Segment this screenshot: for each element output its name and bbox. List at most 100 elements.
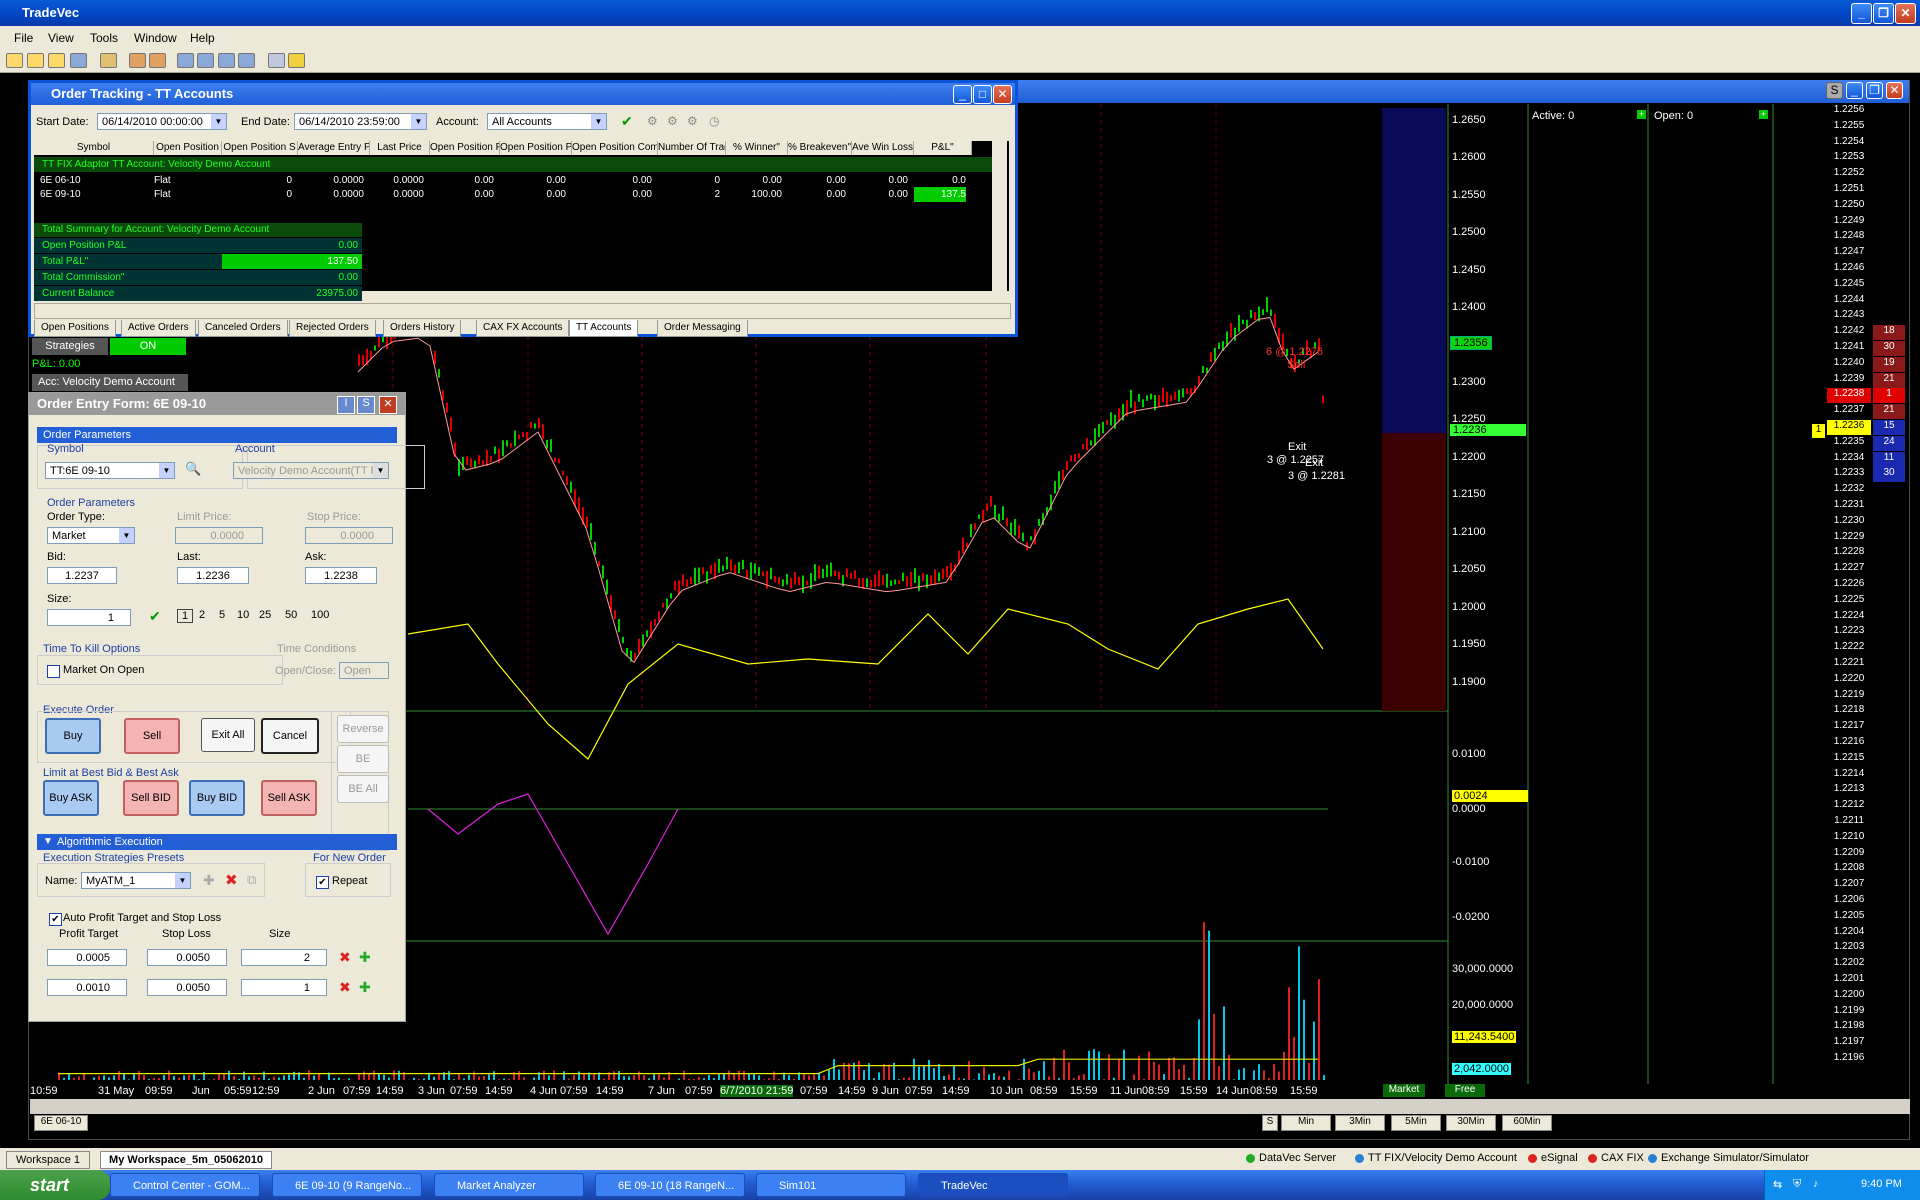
ladder-price[interactable]: 1.2232 bbox=[1827, 483, 1871, 498]
ot-maximize-button[interactable]: □ bbox=[973, 85, 992, 104]
ladder-price[interactable]: 1.2206 bbox=[1827, 894, 1871, 909]
ladder-price[interactable]: 1.2225 bbox=[1827, 594, 1871, 609]
table-cell[interactable]: 0.00 bbox=[430, 173, 494, 188]
end-date-field[interactable]: 06/14/2010 23:59:00 ▼ bbox=[294, 113, 427, 130]
settings-button[interactable]: S bbox=[357, 396, 375, 414]
chart-restore-button[interactable]: ❐ bbox=[1866, 82, 1883, 99]
ladder-price[interactable]: 1.2250 bbox=[1827, 199, 1871, 214]
ladder-price[interactable]: 1.2239 bbox=[1827, 373, 1871, 388]
ladder-size[interactable]: 19 bbox=[1873, 356, 1905, 372]
oe-close-button[interactable]: ✕ bbox=[379, 396, 397, 414]
ladder-price[interactable]: 1.2236 bbox=[1827, 420, 1871, 435]
market-on-open-checkbox[interactable] bbox=[47, 665, 60, 678]
ladder-price[interactable]: 1.2226 bbox=[1827, 578, 1871, 593]
chart-icon[interactable] bbox=[197, 53, 214, 68]
chevron-down-icon[interactable]: ▼ bbox=[119, 528, 134, 543]
ladder-price[interactable]: 1.2218 bbox=[1827, 704, 1871, 719]
table-cell[interactable]: 0.00 bbox=[852, 173, 908, 188]
order-tracking-grid[interactable]: Symbol Open Position Open Position S Averag… bbox=[34, 141, 1009, 301]
strategy-icon[interactable] bbox=[149, 53, 166, 68]
grid-hscrollbar[interactable] bbox=[34, 303, 1011, 319]
delete-bracket-icon[interactable]: ✖ bbox=[339, 979, 351, 996]
ladder-price[interactable]: 1.2243 bbox=[1827, 309, 1871, 324]
table-cell[interactable]: 100.00 bbox=[726, 187, 782, 202]
chevron-down-icon[interactable]: ▼ bbox=[211, 114, 226, 129]
ladder-size[interactable]: 15 bbox=[1873, 420, 1905, 435]
task-button[interactable]: Control Center - GOM... bbox=[110, 1173, 260, 1197]
ladder-price[interactable]: 1.2211 bbox=[1827, 815, 1871, 830]
copy-preset-icon[interactable]: ⧉ bbox=[247, 872, 256, 888]
chevron-down-icon[interactable]: ▼ bbox=[159, 463, 174, 478]
bell-icon[interactable] bbox=[288, 53, 305, 68]
connect-icon[interactable] bbox=[129, 53, 146, 68]
price-ladder[interactable]: 1.2256 1.2255 1.2254 1.2253 1.2252 1.2251 1.22… bbox=[1773, 104, 1907, 1084]
profit-target-stepper[interactable]: 0.0010 bbox=[47, 979, 127, 996]
ladder-price[interactable]: 1.2196 bbox=[1827, 1052, 1871, 1067]
ot-minimize-button[interactable]: _ bbox=[953, 85, 972, 104]
column-header[interactable]: % Winner" bbox=[726, 141, 788, 155]
ladder-size[interactable]: 24 bbox=[1873, 435, 1905, 451]
interval-button[interactable]: Min bbox=[1281, 1115, 1331, 1131]
table-cell[interactable]: 0.0000 bbox=[370, 173, 424, 188]
ladder-price[interactable]: 1.2229 bbox=[1827, 531, 1871, 546]
table-cell[interactable]: 6E 06-10 bbox=[34, 173, 154, 188]
ladder-price[interactable]: 1.2231 bbox=[1827, 499, 1871, 514]
task-button[interactable]: Market Analyzer bbox=[434, 1173, 584, 1197]
menu-file[interactable]: File bbox=[14, 31, 33, 45]
sell-button[interactable]: Sell bbox=[124, 718, 180, 754]
ot-close-button[interactable]: ✕ bbox=[993, 85, 1012, 104]
add-open-icon[interactable]: + bbox=[1759, 110, 1768, 119]
ladder-size[interactable]: 18 bbox=[1873, 325, 1905, 341]
ladder-price[interactable]: 1.2204 bbox=[1827, 926, 1871, 941]
menu-window[interactable]: Window bbox=[134, 31, 177, 45]
table-cell[interactable]: 0.0 bbox=[914, 173, 966, 188]
ladder-size[interactable]: 1 bbox=[1873, 388, 1905, 404]
status-item[interactable]: CAX FIX bbox=[1601, 1152, 1644, 1164]
ladder-price[interactable]: 1.2222 bbox=[1827, 641, 1871, 656]
ladder-price[interactable]: 1.2223 bbox=[1827, 625, 1871, 640]
minimize-button[interactable]: _ bbox=[1851, 3, 1872, 24]
ladder-price[interactable]: 1.2235 bbox=[1827, 436, 1871, 451]
interval-button[interactable]: 60Min bbox=[1502, 1115, 1552, 1131]
ladder-price[interactable]: 1.2217 bbox=[1827, 720, 1871, 735]
tab-rejected-orders[interactable]: Rejected Orders bbox=[289, 320, 376, 337]
add-preset-icon[interactable]: ✚ bbox=[203, 872, 215, 889]
table-cell[interactable]: Flat bbox=[154, 173, 216, 188]
ladder-price[interactable]: 1.2255 bbox=[1827, 120, 1871, 135]
size-stepper[interactable]: 1 bbox=[47, 609, 131, 626]
ladder-price[interactable]: 1.2238 bbox=[1827, 388, 1871, 404]
table-cell[interactable]: 0.0000 bbox=[298, 187, 364, 202]
column-header[interactable]: Open Position S bbox=[222, 141, 298, 155]
ladder-price[interactable]: 1.2237 bbox=[1827, 404, 1871, 419]
ladder-price[interactable]: 1.2197 bbox=[1827, 1036, 1871, 1051]
collapse-icon[interactable]: ▼ bbox=[43, 836, 53, 847]
column-header[interactable]: Open Position Commis bbox=[572, 141, 658, 155]
ladder-price[interactable]: 1.2244 bbox=[1827, 294, 1871, 309]
buy-bid-button[interactable]: Buy BID bbox=[189, 780, 245, 816]
search-icon[interactable]: 🔍 bbox=[185, 461, 201, 477]
tab-orders-history[interactable]: Orders History bbox=[383, 320, 462, 337]
buy-button[interactable]: Buy bbox=[45, 718, 101, 754]
column-header[interactable]: Ave Win Loss" bbox=[852, 141, 914, 155]
table-cell[interactable]: 0.00 bbox=[430, 187, 494, 202]
ladder-size[interactable]: 30 bbox=[1873, 341, 1905, 356]
breakeven-all-button[interactable]: BE All bbox=[337, 775, 389, 803]
ladder-price[interactable]: 1.2216 bbox=[1827, 736, 1871, 751]
chevron-down-icon[interactable]: ▼ bbox=[591, 114, 606, 129]
start-button[interactable]: start bbox=[0, 1170, 110, 1200]
column-header[interactable]: Number Of Trade bbox=[658, 141, 726, 155]
column-header[interactable]: % Breakeven" bbox=[788, 141, 852, 155]
column-header[interactable]: P&L" bbox=[914, 141, 972, 155]
quick-size-button[interactable]: 25 bbox=[259, 609, 271, 621]
menu-help[interactable]: Help bbox=[190, 31, 215, 45]
table-cell[interactable]: Flat bbox=[154, 187, 216, 202]
table-cell[interactable]: 0.0000 bbox=[298, 173, 364, 188]
stop-loss-stepper[interactable]: 0.0050 bbox=[147, 979, 227, 996]
task-button[interactable]: 6E 09-10 (18 RangeN... bbox=[595, 1173, 745, 1197]
exit-all-button[interactable]: Exit All bbox=[201, 718, 255, 752]
ladder-price[interactable]: 1.2253 bbox=[1827, 151, 1871, 166]
quick-size-button[interactable]: 1 bbox=[177, 609, 194, 623]
ladder-price[interactable]: 1.2203 bbox=[1827, 941, 1871, 956]
ladder-price[interactable]: 1.2219 bbox=[1827, 689, 1871, 704]
cancel-button[interactable]: Cancel bbox=[261, 718, 319, 754]
